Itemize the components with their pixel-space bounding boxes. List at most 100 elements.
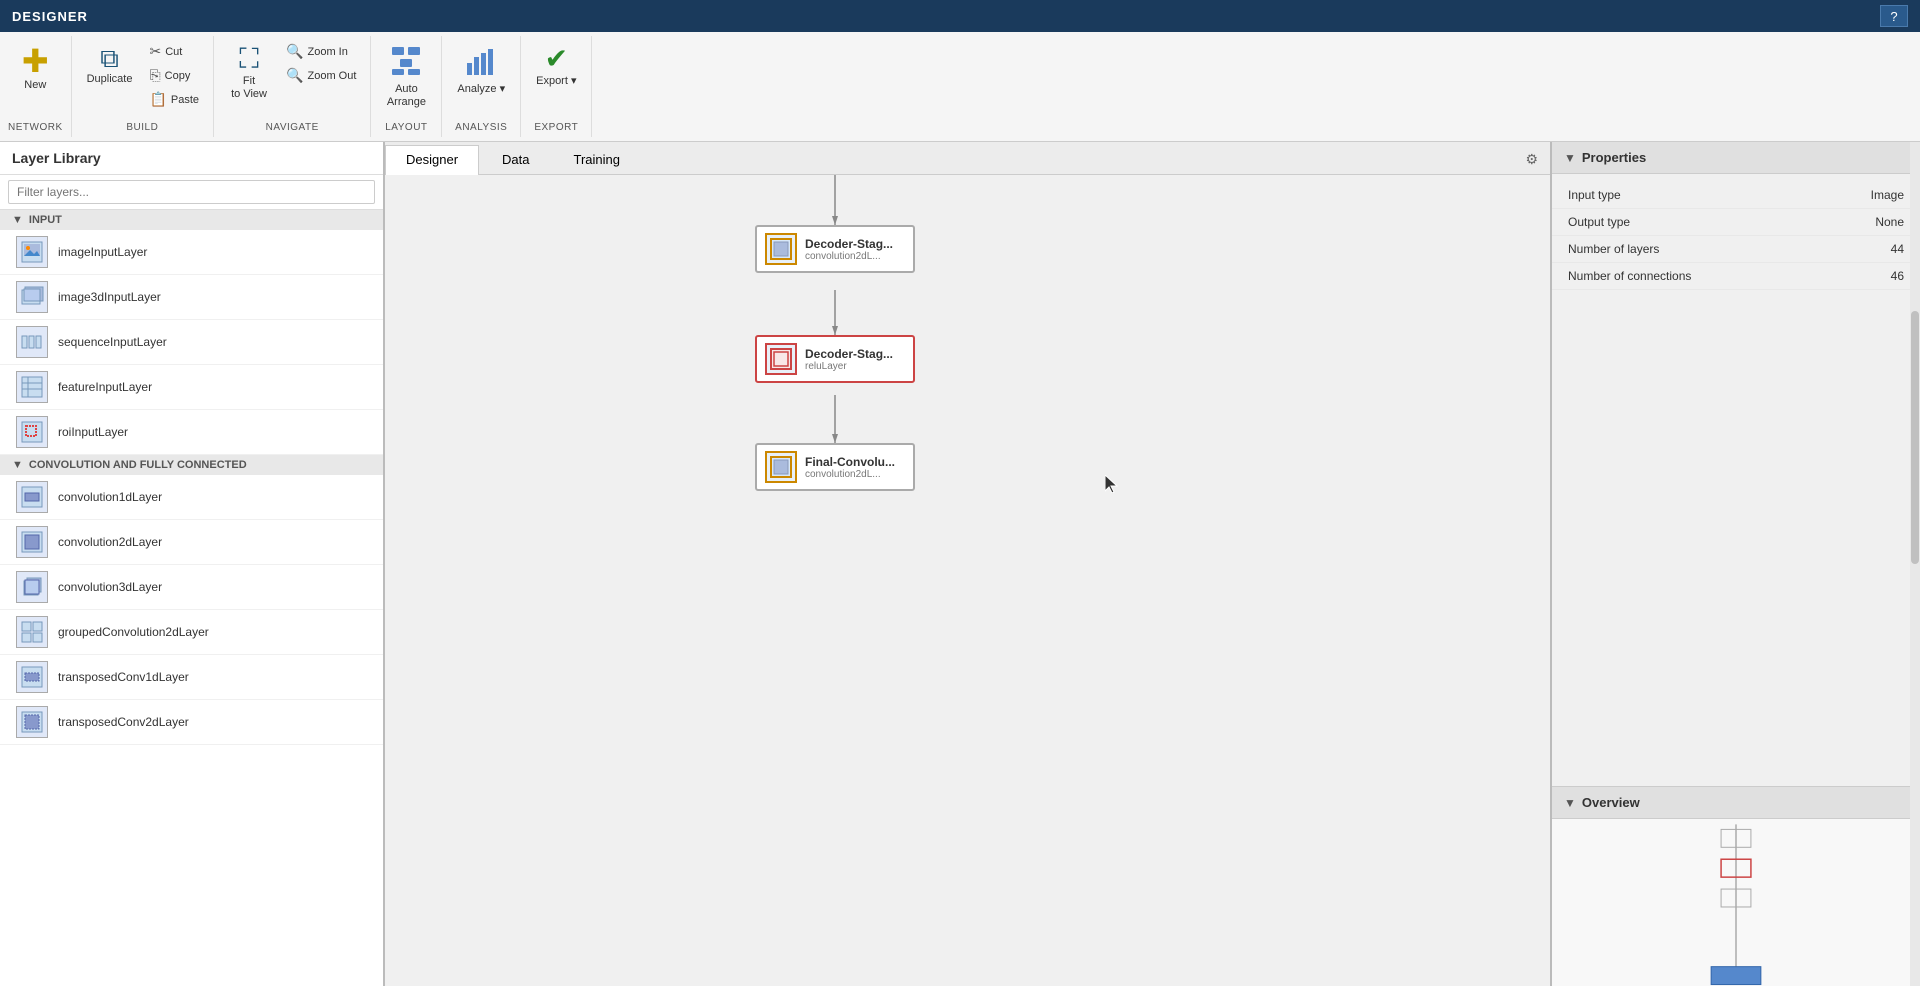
prop-label-output-type: Output type — [1568, 215, 1875, 229]
build-buttons: ⧉ Duplicate ✂ Cut ⎘ Copy 📋 Paste — [80, 40, 205, 120]
layer-label-featureInputLayer: featureInputLayer — [58, 380, 152, 394]
overview-header: ▼ Overview — [1552, 787, 1920, 819]
properties-header: ▼ Properties — [1552, 142, 1920, 174]
overview-collapse-icon[interactable]: ▼ — [1564, 796, 1576, 810]
prop-label-num-layers: Number of layers — [1568, 242, 1891, 256]
tab-settings-button[interactable]: ⚙ — [1513, 145, 1550, 174]
node-text-2: Decoder-Stag... reluLayer — [805, 347, 893, 372]
layer-label-conv3d: convolution3dLayer — [58, 580, 162, 594]
duplicate-icon: ⧉ — [100, 45, 119, 71]
node-decoder-stag-relu[interactable]: Decoder-Stag... reluLayer — [755, 335, 915, 383]
list-item[interactable]: groupedConvolution2dLayer — [0, 610, 383, 655]
navigate-buttons: ⛶ Fitto View 🔍 Zoom In 🔍 Zoom Out — [222, 40, 362, 120]
layout-group-label: LAYOUT — [385, 120, 427, 133]
zoom-out-label: Zoom Out — [307, 70, 356, 82]
node-final-convo[interactable]: Final-Convolu... convolution2dL... — [755, 443, 915, 491]
zoom-out-button[interactable]: 🔍 Zoom Out — [280, 64, 362, 87]
zoom-in-button[interactable]: 🔍 Zoom In — [280, 40, 362, 63]
list-item[interactable]: image3dInputLayer — [0, 275, 383, 320]
node-subtitle-2: reluLayer — [805, 361, 893, 372]
new-button[interactable]: ✚ New — [8, 40, 62, 97]
properties-table: Input type Image Output type None Number… — [1552, 174, 1920, 786]
list-item[interactable]: convolution1dLayer — [0, 475, 383, 520]
toolbar-group-analysis: Analyze ▾ ANALYSIS — [442, 36, 521, 137]
zoom-in-icon: 🔍 — [286, 43, 303, 60]
list-item[interactable]: imageInputLayer — [0, 230, 383, 275]
analysis-group-label: ANALYSIS — [455, 120, 507, 133]
new-label: New — [24, 79, 46, 92]
tab-designer[interactable]: Designer — [385, 145, 479, 175]
panel-scrollbar[interactable] — [1910, 142, 1920, 986]
app-title: DESIGNER — [12, 9, 88, 24]
cut-button[interactable]: ✂ Cut — [143, 40, 205, 63]
node-decoder-stag-conv[interactable]: Decoder-Stag... convolution2dL... — [755, 225, 915, 273]
properties-panel: ▼ Properties Input type Image Output typ… — [1550, 142, 1920, 986]
prop-label-input-type: Input type — [1568, 188, 1871, 202]
fit-to-view-icon: ⛶ — [239, 45, 259, 73]
library-filter — [0, 175, 383, 210]
layer-icon-imageInputLayer — [16, 236, 48, 268]
prop-label-num-connections: Number of connections — [1568, 269, 1891, 283]
prop-value-output-type: None — [1875, 215, 1904, 229]
fit-to-view-button[interactable]: ⛶ Fitto View — [222, 40, 276, 106]
category-input-arrow: ▼ — [12, 214, 23, 226]
overview-title: Overview — [1582, 795, 1640, 810]
layer-icon-featureInputLayer — [16, 371, 48, 403]
network-group-label: NETWORK — [8, 120, 63, 133]
node-title-1: Decoder-Stag... — [805, 237, 893, 251]
toolbar-group-navigate: ⛶ Fitto View 🔍 Zoom In 🔍 Zoom Out NAVIGA… — [214, 36, 371, 137]
layer-label-sequenceInputLayer: sequenceInputLayer — [58, 335, 167, 349]
list-item[interactable]: transposedConv2dLayer — [0, 700, 383, 745]
layer-icon-transposedconv2d — [16, 706, 48, 738]
copy-button[interactable]: ⎘ Copy — [143, 64, 205, 87]
analyze-button[interactable]: Analyze ▾ — [450, 40, 512, 101]
layer-icon-image3dInputLayer — [16, 281, 48, 313]
node-subtitle-3: convolution2dL... — [805, 469, 895, 480]
designer-canvas[interactable]: Decoder-Stag... convolution2dL... Decode… — [385, 175, 1550, 986]
layer-icon-conv3d — [16, 571, 48, 603]
properties-collapse-icon[interactable]: ▼ — [1564, 151, 1576, 165]
help-button[interactable]: ? — [1880, 5, 1908, 27]
scrollbar-thumb[interactable] — [1911, 311, 1919, 564]
layer-label-transposedconv2d: transposedConv2dLayer — [58, 715, 189, 729]
analyze-icon — [465, 45, 497, 81]
layer-icon-conv2d — [16, 526, 48, 558]
designer-area: Designer Data Training ⚙ — [385, 142, 1550, 986]
zoom-out-icon: 🔍 — [286, 67, 303, 84]
layer-icon-groupedconv2d — [16, 616, 48, 648]
tab-data[interactable]: Data — [481, 145, 550, 174]
layer-label-conv2d: convolution2dLayer — [58, 535, 162, 549]
main-content: Layer Library ▼ INPUT imageInputLayer im… — [0, 142, 1920, 986]
duplicate-label: Duplicate — [87, 73, 133, 86]
overview-canvas[interactable] — [1552, 819, 1920, 986]
auto-arrange-label: AutoArrange — [387, 83, 426, 109]
prop-row-num-layers: Number of layers 44 — [1552, 236, 1920, 263]
tab-training[interactable]: Training — [553, 145, 641, 174]
analysis-buttons: Analyze ▾ — [450, 40, 512, 120]
list-item[interactable]: convolution3dLayer — [0, 565, 383, 610]
list-item[interactable]: sequenceInputLayer — [0, 320, 383, 365]
paste-button[interactable]: 📋 Paste — [143, 88, 205, 111]
auto-arrange-button[interactable]: AutoArrange — [379, 40, 433, 114]
fit-to-view-label: Fitto View — [231, 75, 267, 101]
list-item[interactable]: convolution2dLayer — [0, 520, 383, 565]
category-convolution: ▼ CONVOLUTION AND FULLY CONNECTED — [0, 455, 383, 475]
export-button[interactable]: ✔ Export ▾ — [529, 40, 583, 93]
navigate-group-label: NAVIGATE — [266, 120, 319, 133]
export-label: Export ▾ — [536, 75, 576, 88]
node-icon-2 — [765, 343, 797, 375]
layer-icon-roiInputLayer — [16, 416, 48, 448]
duplicate-button[interactable]: ⧉ Duplicate — [80, 40, 140, 91]
overview-panel: ▼ Overview — [1552, 786, 1920, 986]
toolbar-group-network: ✚ New NETWORK — [0, 36, 72, 137]
layout-buttons: AutoArrange — [379, 40, 433, 120]
category-conv-label: CONVOLUTION AND FULLY CONNECTED — [29, 459, 247, 471]
build-group-label: BUILD — [126, 120, 158, 133]
list-item[interactable]: transposedConv1dLayer — [0, 655, 383, 700]
node-text-3: Final-Convolu... convolution2dL... — [805, 455, 895, 480]
list-item[interactable]: roiInputLayer — [0, 410, 383, 455]
filter-input[interactable] — [8, 180, 375, 204]
zoom-stack: 🔍 Zoom In 🔍 Zoom Out — [280, 40, 362, 87]
list-item[interactable]: featureInputLayer — [0, 365, 383, 410]
cut-label: Cut — [165, 46, 182, 58]
